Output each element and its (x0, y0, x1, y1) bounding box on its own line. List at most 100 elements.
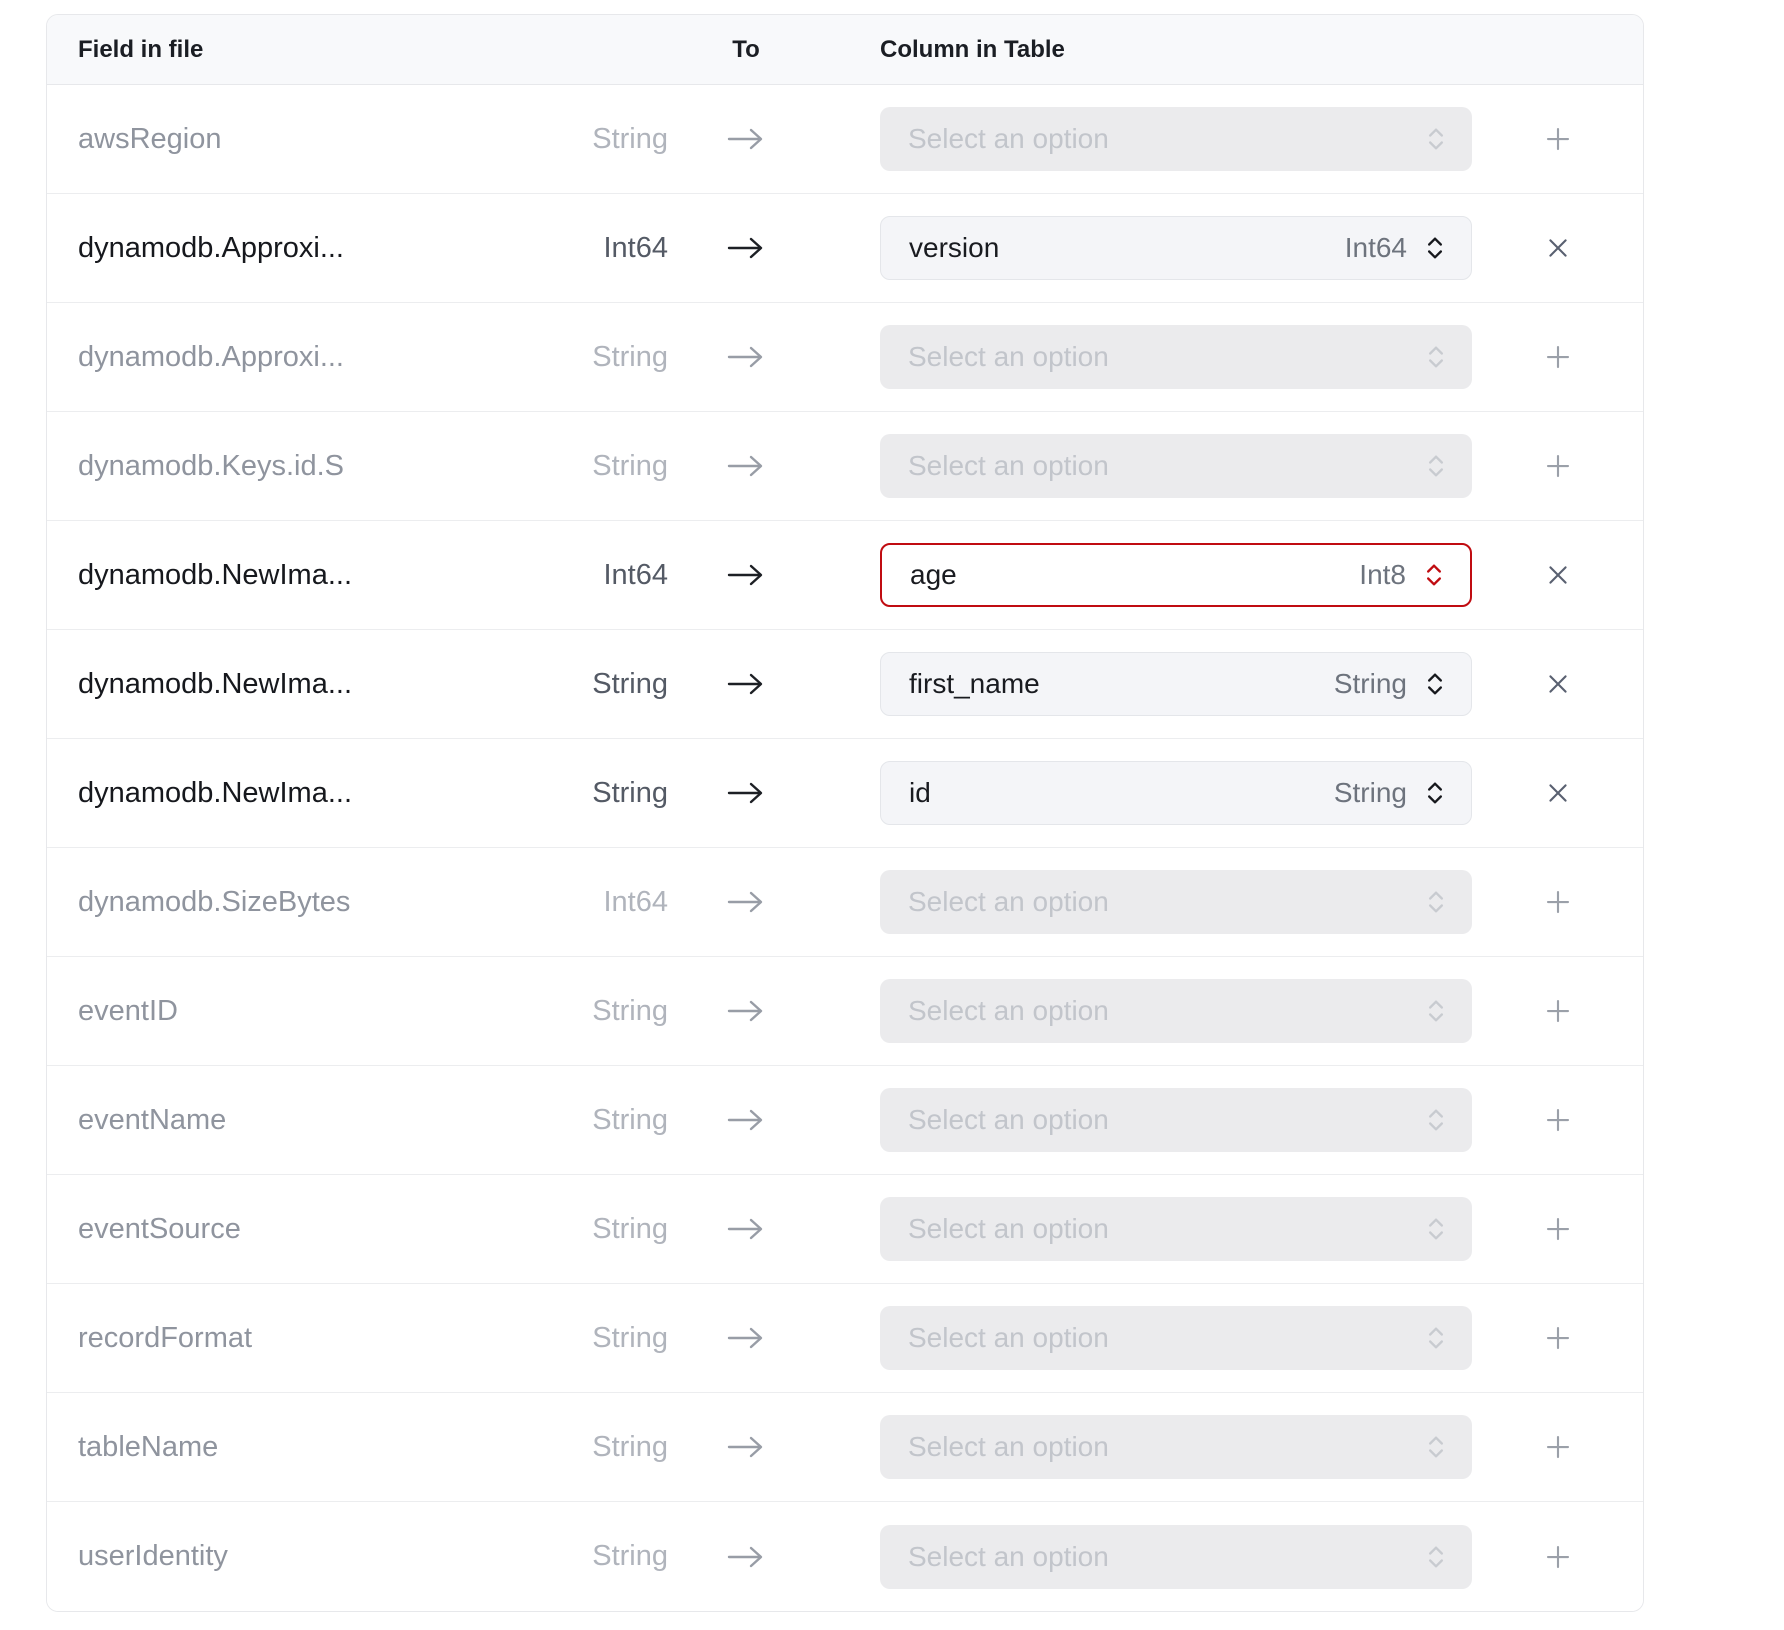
chevrons-up-down-icon (1422, 1324, 1450, 1352)
arrow-cell (668, 888, 824, 916)
field-name: dynamodb.SizeBytes (47, 886, 538, 919)
mapping-row: eventID String Select an option (47, 957, 1643, 1066)
action-cell (1472, 1534, 1643, 1580)
select-cell: Select an option (824, 107, 1472, 171)
plus-icon (1543, 887, 1573, 917)
remove-mapping-button[interactable] (1536, 771, 1580, 815)
add-mapping-button[interactable] (1535, 1424, 1581, 1470)
arrow-right-icon (725, 1215, 767, 1243)
field-type: String (538, 450, 668, 483)
field-type: String (538, 1104, 668, 1137)
column-select[interactable]: age Int8 (880, 543, 1472, 607)
column-select-right: String (1334, 777, 1449, 809)
column-select-right (1422, 343, 1450, 371)
column-select-type: String (1334, 668, 1407, 700)
action-cell (1472, 1206, 1643, 1252)
arrow-cell (668, 1324, 824, 1352)
plus-icon (1543, 1323, 1573, 1353)
select-cell: version Int64 (824, 216, 1472, 280)
column-select-right (1422, 452, 1450, 480)
chevrons-up-down-icon (1422, 1215, 1450, 1243)
select-cell: age Int8 (824, 543, 1472, 607)
add-mapping-button[interactable] (1535, 116, 1581, 162)
column-select-right (1422, 888, 1450, 916)
arrow-right-icon (725, 452, 767, 480)
column-select[interactable]: first_name String (880, 652, 1472, 716)
chevrons-up-down-icon (1422, 1433, 1450, 1461)
remove-mapping-button[interactable] (1536, 226, 1580, 270)
arrow-right-icon (725, 670, 767, 698)
field-name: dynamodb.Approxi... (47, 341, 538, 374)
arrow-cell (668, 1106, 824, 1134)
column-select: Select an option (880, 1306, 1472, 1370)
close-icon (1544, 561, 1572, 589)
arrow-right-icon (725, 997, 767, 1025)
column-select: Select an option (880, 1088, 1472, 1152)
add-mapping-button[interactable] (1535, 988, 1581, 1034)
add-mapping-button[interactable] (1535, 879, 1581, 925)
action-cell (1472, 1424, 1643, 1470)
arrow-cell (668, 343, 824, 371)
chevrons-up-down-icon (1422, 888, 1450, 916)
column-select: Select an option (880, 1415, 1472, 1479)
mapping-row: dynamodb.Approxi... Int64 version Int64 (47, 194, 1643, 303)
column-select-value: Select an option (908, 123, 1109, 155)
column-select-right: Int64 (1345, 232, 1449, 264)
arrow-right-icon (725, 343, 767, 371)
column-select-right: Int8 (1359, 559, 1448, 591)
column-select[interactable]: version Int64 (880, 216, 1472, 280)
arrow-right-icon (725, 234, 767, 262)
column-select-right: String (1334, 668, 1449, 700)
chevrons-up-down-icon (1421, 670, 1449, 698)
select-cell: Select an option (824, 1088, 1472, 1152)
add-mapping-button[interactable] (1535, 334, 1581, 380)
plus-icon (1543, 124, 1573, 154)
arrow-right-icon (725, 1324, 767, 1352)
field-type: String (538, 995, 668, 1028)
arrow-cell (668, 1433, 824, 1461)
remove-mapping-button[interactable] (1536, 662, 1580, 706)
action-cell (1472, 988, 1643, 1034)
add-mapping-button[interactable] (1535, 443, 1581, 489)
mapping-row: userIdentity String Select an option (47, 1502, 1643, 1611)
action-cell (1472, 334, 1643, 380)
plus-icon (1543, 342, 1573, 372)
add-mapping-button[interactable] (1535, 1315, 1581, 1361)
arrow-right-icon (725, 779, 767, 807)
column-select-value: age (910, 559, 957, 591)
chevrons-up-down-icon (1422, 125, 1450, 153)
plus-icon (1543, 1432, 1573, 1462)
field-type: String (538, 668, 668, 701)
action-cell (1472, 226, 1643, 270)
add-mapping-button[interactable] (1535, 1097, 1581, 1143)
action-cell (1472, 771, 1643, 815)
field-type: String (538, 1540, 668, 1573)
field-name: dynamodb.NewIma... (47, 559, 538, 592)
remove-mapping-button[interactable] (1536, 553, 1580, 597)
column-select[interactable]: id String (880, 761, 1472, 825)
field-name: dynamodb.Keys.id.S (47, 450, 538, 483)
arrow-right-icon (725, 1106, 767, 1134)
add-mapping-button[interactable] (1535, 1534, 1581, 1580)
plus-icon (1543, 1542, 1573, 1572)
arrow-right-icon (725, 561, 767, 589)
field-type: Int64 (538, 232, 668, 265)
chevrons-up-down-icon (1422, 452, 1450, 480)
select-cell: Select an option (824, 1197, 1472, 1261)
mapping-row: dynamodb.SizeBytes Int64 Select an optio… (47, 848, 1643, 957)
field-mapping-table: Field in file To Column in Table awsRegi… (46, 14, 1644, 1612)
arrow-right-icon (725, 1433, 767, 1461)
column-select: Select an option (880, 434, 1472, 498)
mapping-row: dynamodb.NewIma... Int64 age Int8 (47, 521, 1643, 630)
add-mapping-button[interactable] (1535, 1206, 1581, 1252)
column-select-value: Select an option (908, 886, 1109, 918)
field-name: eventSource (47, 1213, 538, 1246)
select-cell: first_name String (824, 652, 1472, 716)
field-name: eventName (47, 1104, 538, 1137)
field-name: awsRegion (47, 123, 538, 156)
chevrons-up-down-icon (1422, 343, 1450, 371)
column-select-value: Select an option (908, 1322, 1109, 1354)
plus-icon (1543, 1214, 1573, 1244)
mapping-row: dynamodb.NewIma... String id String (47, 739, 1643, 848)
action-cell (1472, 1315, 1643, 1361)
